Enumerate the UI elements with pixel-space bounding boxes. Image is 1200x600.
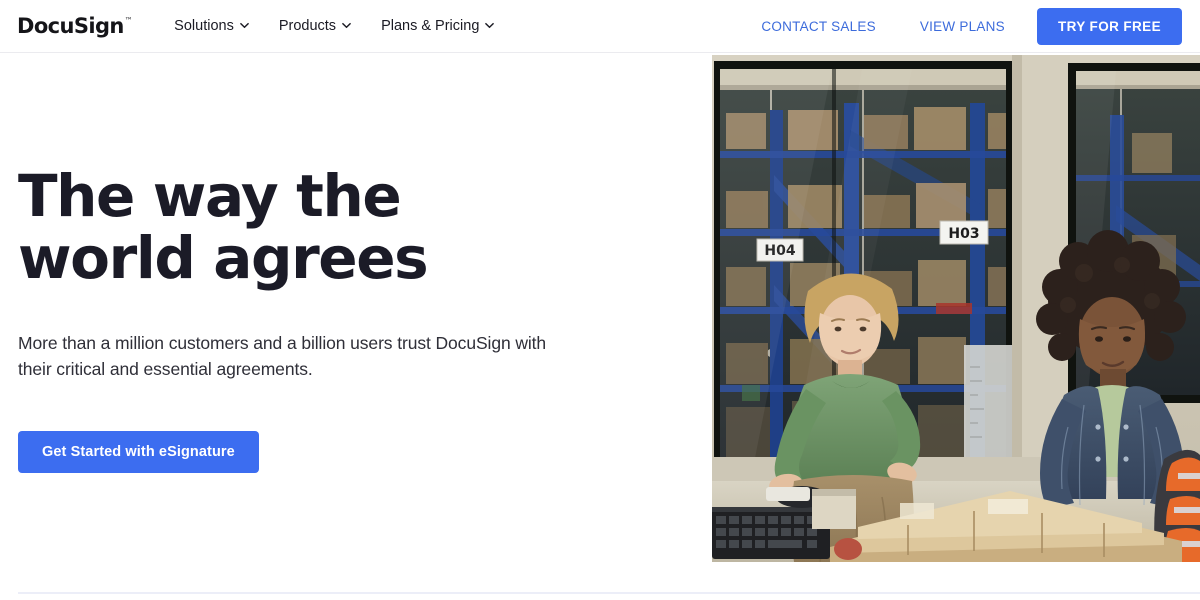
contact-sales-link[interactable]: CONTACT SALES (761, 19, 876, 34)
section-divider (18, 592, 1200, 594)
nav-item-plans-pricing-label: Plans & Pricing (381, 18, 480, 34)
primary-nav-links: Solutions Products Plans & Pricing (174, 18, 495, 34)
hero-photo-illustration: H04 H03 (712, 55, 1200, 562)
top-navigation-bar: DocuSign ™ Solutions Products Plans & Pri… (0, 0, 1200, 53)
trademark-icon: ™ (124, 15, 133, 25)
nav-item-plans-pricing[interactable]: Plans & Pricing (381, 18, 495, 34)
hero-text-column: The way the world agrees More than a mil… (18, 53, 678, 473)
nav-item-products-label: Products (278, 18, 337, 34)
try-for-free-button[interactable]: TRY FOR FREE (1036, 7, 1182, 45)
get-started-esignature-button[interactable]: Get Started with eSignature (18, 430, 259, 473)
rack-label-h03: H03 (939, 220, 989, 245)
page-root: DocuSign ™ Solutions Products Plans & Pri… (0, 0, 1200, 600)
chevron-down-icon (240, 21, 249, 30)
nav-item-solutions-label: Solutions (174, 18, 234, 34)
view-plans-link[interactable]: VIEW PLANS (920, 19, 1005, 34)
svg-text:H03: H03 (948, 226, 979, 242)
hero-subtitle: More than a million customers and a bill… (18, 333, 547, 379)
nav-item-products[interactable]: Products (279, 18, 351, 34)
nav-item-solutions[interactable]: Solutions (174, 18, 249, 34)
hero-photo: H04 H03 (712, 55, 1200, 562)
docusign-logo[interactable]: DocuSign ™ (17, 13, 133, 38)
chevron-down-icon (342, 21, 351, 30)
hero-title: The way the world agrees (18, 162, 429, 293)
chevron-down-icon (485, 21, 495, 30)
secondary-nav-actions: CONTACT SALES VIEW PLANS TRY FOR FREE (761, 7, 1200, 45)
brand-name: DocuSign (17, 13, 124, 38)
